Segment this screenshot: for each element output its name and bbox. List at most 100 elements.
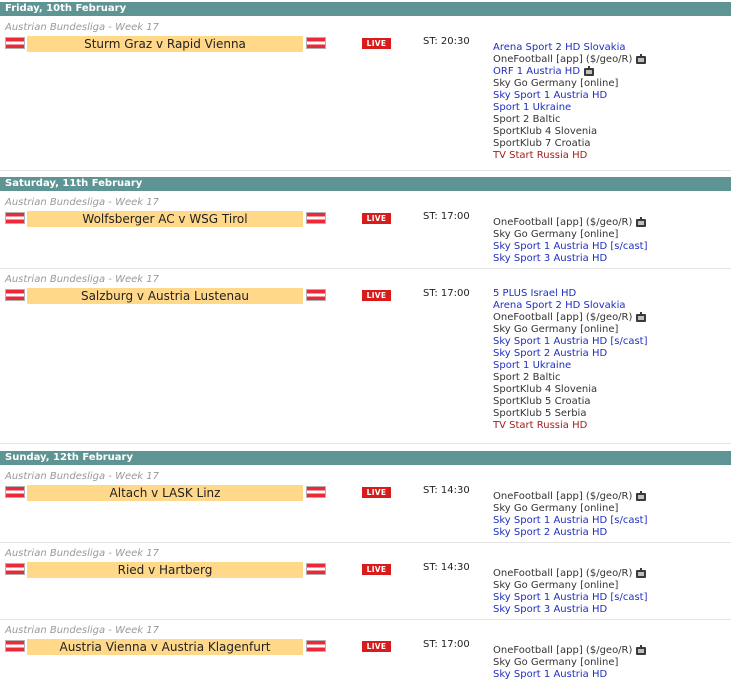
austria-flag-icon (306, 212, 326, 224)
channel-link[interactable]: 5 PLUS Israel HD (493, 288, 731, 300)
channel-name: Sky Go Germany [online] (493, 324, 619, 335)
live-badge[interactable]: LIVE (362, 38, 391, 49)
channel-link[interactable]: ORF 1 Austria HD (493, 66, 731, 78)
channel-link[interactable]: OneFootball [app] ($/geo/R) (493, 491, 731, 503)
channel-name: Sport 1 Ukraine (493, 360, 572, 371)
tv-icon (584, 66, 595, 76)
live-badge[interactable]: LIVE (362, 487, 391, 498)
channel-link[interactable]: Sky Go Germany [online] (493, 229, 731, 241)
channel-link[interactable]: SportKlub 7 Croatia (493, 138, 731, 150)
tv-icon (636, 568, 647, 578)
channel-name: Sky Sport 3 Austria HD (493, 604, 608, 615)
channel-link[interactable]: SportKlub 5 Serbia (493, 408, 731, 420)
channel-name: 5 PLUS Israel HD (493, 288, 577, 299)
row-divider (0, 170, 731, 171)
channel-link[interactable]: Sky Sport 3 Austria HD (493, 253, 731, 265)
channel-name: Sport 2 Baltic (493, 114, 561, 125)
austria-flag-icon (306, 289, 326, 301)
channel-name: Sport 1 Ukraine (493, 102, 572, 113)
channel-link[interactable]: OneFootball [app] ($/geo/R) (493, 645, 731, 657)
channel-link[interactable]: Sky Sport 1 Austria HD (493, 669, 731, 681)
channel-link[interactable]: TV Start Russia HD (493, 150, 731, 162)
live-badge[interactable]: LIVE (362, 213, 391, 224)
channel-name: SportKlub 4 Slovenia (493, 384, 598, 395)
channel-link[interactable]: Sky Go Germany [online] (493, 580, 731, 592)
start-time: ST: 17:00 (423, 288, 470, 299)
channel-link[interactable]: Sky Sport 1 Austria HD [s/cast] (493, 336, 731, 348)
channel-name: Sky Sport 1 Austria HD [s/cast] (493, 515, 648, 526)
channel-name: OneFootball [app] ($/geo/R) (493, 491, 633, 502)
channel-name: ORF 1 Austria HD (493, 66, 581, 77)
start-time: ST: 14:30 (423, 562, 470, 573)
tv-icon (636, 645, 647, 655)
match-teams-link[interactable]: Wolfsberger AC v WSG Tirol (27, 211, 303, 227)
austria-flag-icon (306, 563, 326, 575)
channel-name: Sky Sport 3 Austria HD (493, 253, 608, 264)
austria-flag-icon (306, 37, 326, 49)
channel-link[interactable]: OneFootball [app] ($/geo/R) (493, 217, 731, 229)
channel-link[interactable]: Arena Sport 2 HD Slovakia (493, 300, 731, 312)
channel-name: OneFootball [app] ($/geo/R) (493, 645, 633, 656)
channel-name: Sky Go Germany [online] (493, 229, 619, 240)
channel-name: OneFootball [app] ($/geo/R) (493, 217, 633, 228)
channel-link[interactable]: Sky Sport 1 Austria HD [s/cast] (493, 241, 731, 253)
match-teams-link[interactable]: Altach v LASK Linz (27, 485, 303, 501)
channel-link[interactable]: SportKlub 5 Croatia (493, 396, 731, 408)
channel-link[interactable]: OneFootball [app] ($/geo/R) (493, 312, 731, 324)
start-time: ST: 17:00 (423, 639, 470, 650)
channel-name: Sport 2 Baltic (493, 372, 561, 383)
channel-name: OneFootball [app] ($/geo/R) (493, 54, 633, 65)
channel-name: Arena Sport 2 HD Slovakia (493, 42, 626, 53)
austria-flag-icon (306, 486, 326, 498)
channel-link[interactable]: Sky Sport 1 Austria HD [s/cast] (493, 515, 731, 527)
channel-list: OneFootball [app] ($/geo/R) Sky Go German… (493, 217, 731, 265)
channel-name: Sky Sport 2 Austria HD (493, 348, 608, 359)
austria-flag-icon (5, 212, 25, 224)
channel-link[interactable]: Sky Go Germany [online] (493, 503, 731, 515)
league-label: Austrian Bundesliga - Week 17 (5, 471, 159, 482)
tv-icon (636, 491, 647, 501)
channel-name: SportKlub 7 Croatia (493, 138, 591, 149)
channel-link[interactable]: TV Start Russia HD (493, 420, 731, 432)
channel-link[interactable]: Sky Sport 1 Austria HD (493, 90, 731, 102)
match-teams-link[interactable]: Austria Vienna v Austria Klagenfurt (27, 639, 303, 655)
austria-flag-icon (5, 37, 25, 49)
channel-name: Sky Go Germany [online] (493, 503, 619, 514)
channel-name: Sky Sport 2 Austria HD (493, 527, 608, 538)
channel-link[interactable]: Sport 1 Ukraine (493, 360, 731, 372)
austria-flag-icon (5, 640, 25, 652)
day-header: Sunday, 12th February (0, 451, 731, 465)
channel-link[interactable]: Sky Sport 1 Austria HD [s/cast] (493, 592, 731, 604)
channel-link[interactable]: Sky Sport 2 Austria HD (493, 527, 731, 539)
channel-link[interactable]: OneFootball [app] ($/geo/R) (493, 54, 731, 66)
channel-link[interactable]: Sport 2 Baltic (493, 114, 731, 126)
start-time: ST: 20:30 (423, 36, 470, 47)
channel-name: Sky Sport 1 Austria HD [s/cast] (493, 241, 648, 252)
live-badge[interactable]: LIVE (362, 564, 391, 575)
austria-flag-icon (5, 486, 25, 498)
channel-link[interactable]: Sky Go Germany [online] (493, 657, 731, 669)
channel-list: Arena Sport 2 HD Slovakia OneFootball [ap… (493, 42, 731, 162)
channel-link[interactable]: Sky Go Germany [online] (493, 324, 731, 336)
live-badge[interactable]: LIVE (362, 641, 391, 652)
channel-name: OneFootball [app] ($/geo/R) (493, 312, 633, 323)
channel-link[interactable]: Sky Sport 3 Austria HD (493, 604, 731, 616)
austria-flag-icon (306, 640, 326, 652)
channel-link[interactable]: OneFootball [app] ($/geo/R) (493, 568, 731, 580)
channel-name: Arena Sport 2 HD Slovakia (493, 300, 626, 311)
match-teams-link[interactable]: Salzburg v Austria Lustenau (27, 288, 303, 304)
live-badge[interactable]: LIVE (362, 290, 391, 301)
row-divider (0, 542, 731, 543)
channel-link[interactable]: SportKlub 4 Slovenia (493, 384, 731, 396)
channel-link[interactable]: SportKlub 4 Slovenia (493, 126, 731, 138)
league-label: Austrian Bundesliga - Week 17 (5, 22, 159, 33)
channel-link[interactable]: Sky Go Germany [online] (493, 78, 731, 90)
channel-name: TV Start Russia HD (493, 150, 588, 161)
channel-link[interactable]: Sport 1 Ukraine (493, 102, 731, 114)
match-teams-link[interactable]: Sturm Graz v Rapid Vienna (27, 36, 303, 52)
match-teams-link[interactable]: Ried v Hartberg (27, 562, 303, 578)
channel-link[interactable]: Sport 2 Baltic (493, 372, 731, 384)
channel-link[interactable]: Sky Sport 2 Austria HD (493, 348, 731, 360)
channel-link[interactable]: Arena Sport 2 HD Slovakia (493, 42, 731, 54)
channel-name: Sky Go Germany [online] (493, 78, 619, 89)
